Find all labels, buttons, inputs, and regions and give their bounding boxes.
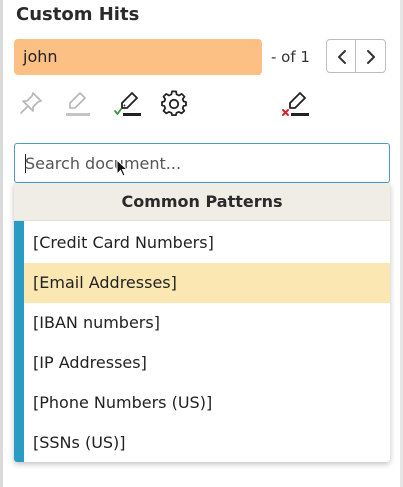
pattern-item-email-addresses[interactable]: [Email Addresses] xyxy=(24,263,390,303)
text-caret xyxy=(25,154,26,173)
remove-highlight-button[interactable] xyxy=(281,90,311,120)
search-document-input[interactable] xyxy=(25,144,375,182)
highlighter-icon xyxy=(66,92,90,116)
chevron-right-icon xyxy=(367,50,375,64)
common-patterns-dropdown: Common Patterns [Credit Card Numbers] [E… xyxy=(14,183,390,462)
previous-hit-button[interactable] xyxy=(326,39,356,73)
settings-button[interactable] xyxy=(160,90,190,120)
pattern-list: [Credit Card Numbers] [Email Addresses] … xyxy=(24,223,390,462)
pin-button[interactable] xyxy=(18,90,48,120)
dropdown-accent-bar xyxy=(14,221,24,462)
hit-toolbar xyxy=(14,90,394,126)
pattern-item-ssns-us[interactable]: [SSNs (US)] xyxy=(24,423,390,462)
highlighter-check-icon xyxy=(114,92,141,116)
hit-navigation-row: john - of 1 xyxy=(14,39,390,75)
panel-title: Custom Hits xyxy=(16,4,140,25)
highlighter-remove-icon xyxy=(282,92,309,116)
dropdown-header: Common Patterns xyxy=(14,183,390,221)
accept-highlight-button[interactable] xyxy=(113,90,143,120)
hit-term-input[interactable]: john xyxy=(14,39,262,75)
pattern-item-credit-card-numbers[interactable]: [Credit Card Numbers] xyxy=(24,223,390,263)
custom-hits-panel: Custom Hits john - of 1 Search document.… xyxy=(0,0,403,487)
pattern-item-ip-addresses[interactable]: [IP Addresses] xyxy=(24,343,390,383)
pin-icon xyxy=(20,92,42,114)
mouse-cursor-icon xyxy=(116,159,129,177)
pattern-item-phone-numbers-us[interactable]: [Phone Numbers (US)] xyxy=(24,383,390,423)
gear-icon xyxy=(161,90,187,116)
search-document-field[interactable] xyxy=(14,143,390,183)
hit-count: - of 1 xyxy=(271,48,310,66)
chevron-left-icon xyxy=(338,50,346,64)
pattern-item-iban-numbers[interactable]: [IBAN numbers] xyxy=(24,303,390,343)
next-hit-button[interactable] xyxy=(356,39,386,73)
highlight-button[interactable] xyxy=(64,90,94,120)
